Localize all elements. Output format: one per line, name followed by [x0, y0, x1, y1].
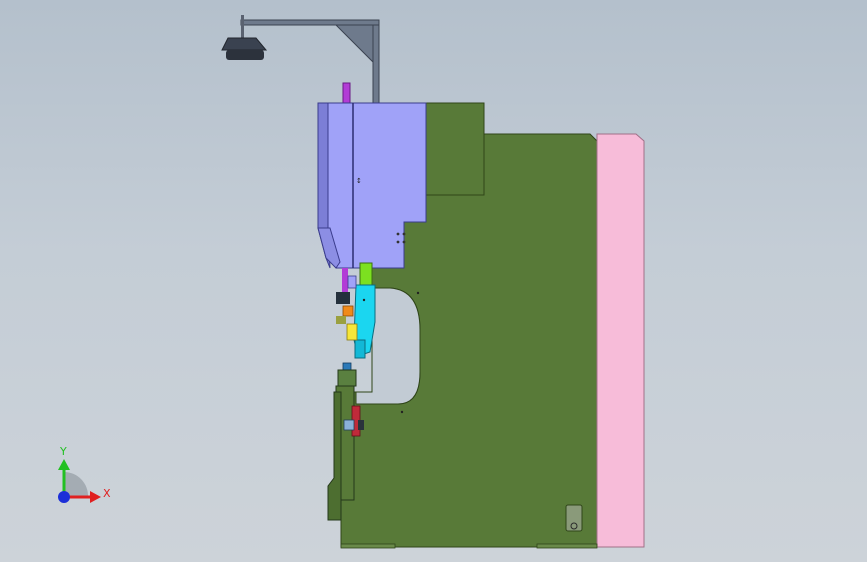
triad-y-label: Y: [59, 445, 67, 458]
top-pin: [342, 82, 351, 106]
base-plate-rear: [536, 543, 598, 549]
die-holder: [337, 369, 357, 387]
lamp-stem: [241, 15, 244, 39]
bed-blue-stud: [343, 419, 355, 431]
bed-foot: [327, 391, 342, 521]
lamp-assembly: [221, 15, 380, 105]
bed-dark-stud: [358, 420, 364, 430]
base-plate-front: [340, 543, 396, 549]
triad-x-arrow: [90, 491, 101, 503]
footswitch-box: [565, 504, 583, 532]
lamp-shade: [221, 37, 268, 51]
gauge-olive: [336, 316, 346, 324]
gauge-orange: [342, 305, 354, 317]
ram-bolt-3: [396, 240, 400, 244]
lamp-arm-bracket: [334, 24, 374, 64]
ram-bolt-2: [402, 232, 406, 236]
upper-frame-block: [425, 102, 485, 196]
cad-viewport[interactable]: ↕ Y X: [0, 0, 867, 562]
triad-x-label: X: [103, 487, 111, 500]
lamp-arm-vertical: [372, 19, 380, 105]
triad-y-arrow: [58, 459, 70, 470]
ram-marker: ↕: [356, 177, 362, 185]
triad-z-axis: [58, 491, 70, 503]
upper-tooling: [336, 262, 376, 359]
ram-bolt-1: [396, 232, 400, 236]
lamp-arm-horizontal: [240, 19, 380, 26]
holder-lavender: [347, 275, 357, 289]
gauge-dark: [336, 292, 350, 304]
holder-magenta: [342, 268, 348, 292]
rear-guard-panel: [596, 133, 645, 548]
press-brake-model[interactable]: ↕ Y X: [0, 0, 867, 562]
gauge-yellow: [346, 323, 358, 341]
punch-tip: [354, 339, 366, 359]
lamp-body: [226, 50, 264, 60]
coordinate-triad: Y X: [58, 445, 111, 503]
tool-clamp-lime: [359, 262, 373, 288]
ram-bolt-4: [402, 240, 406, 244]
